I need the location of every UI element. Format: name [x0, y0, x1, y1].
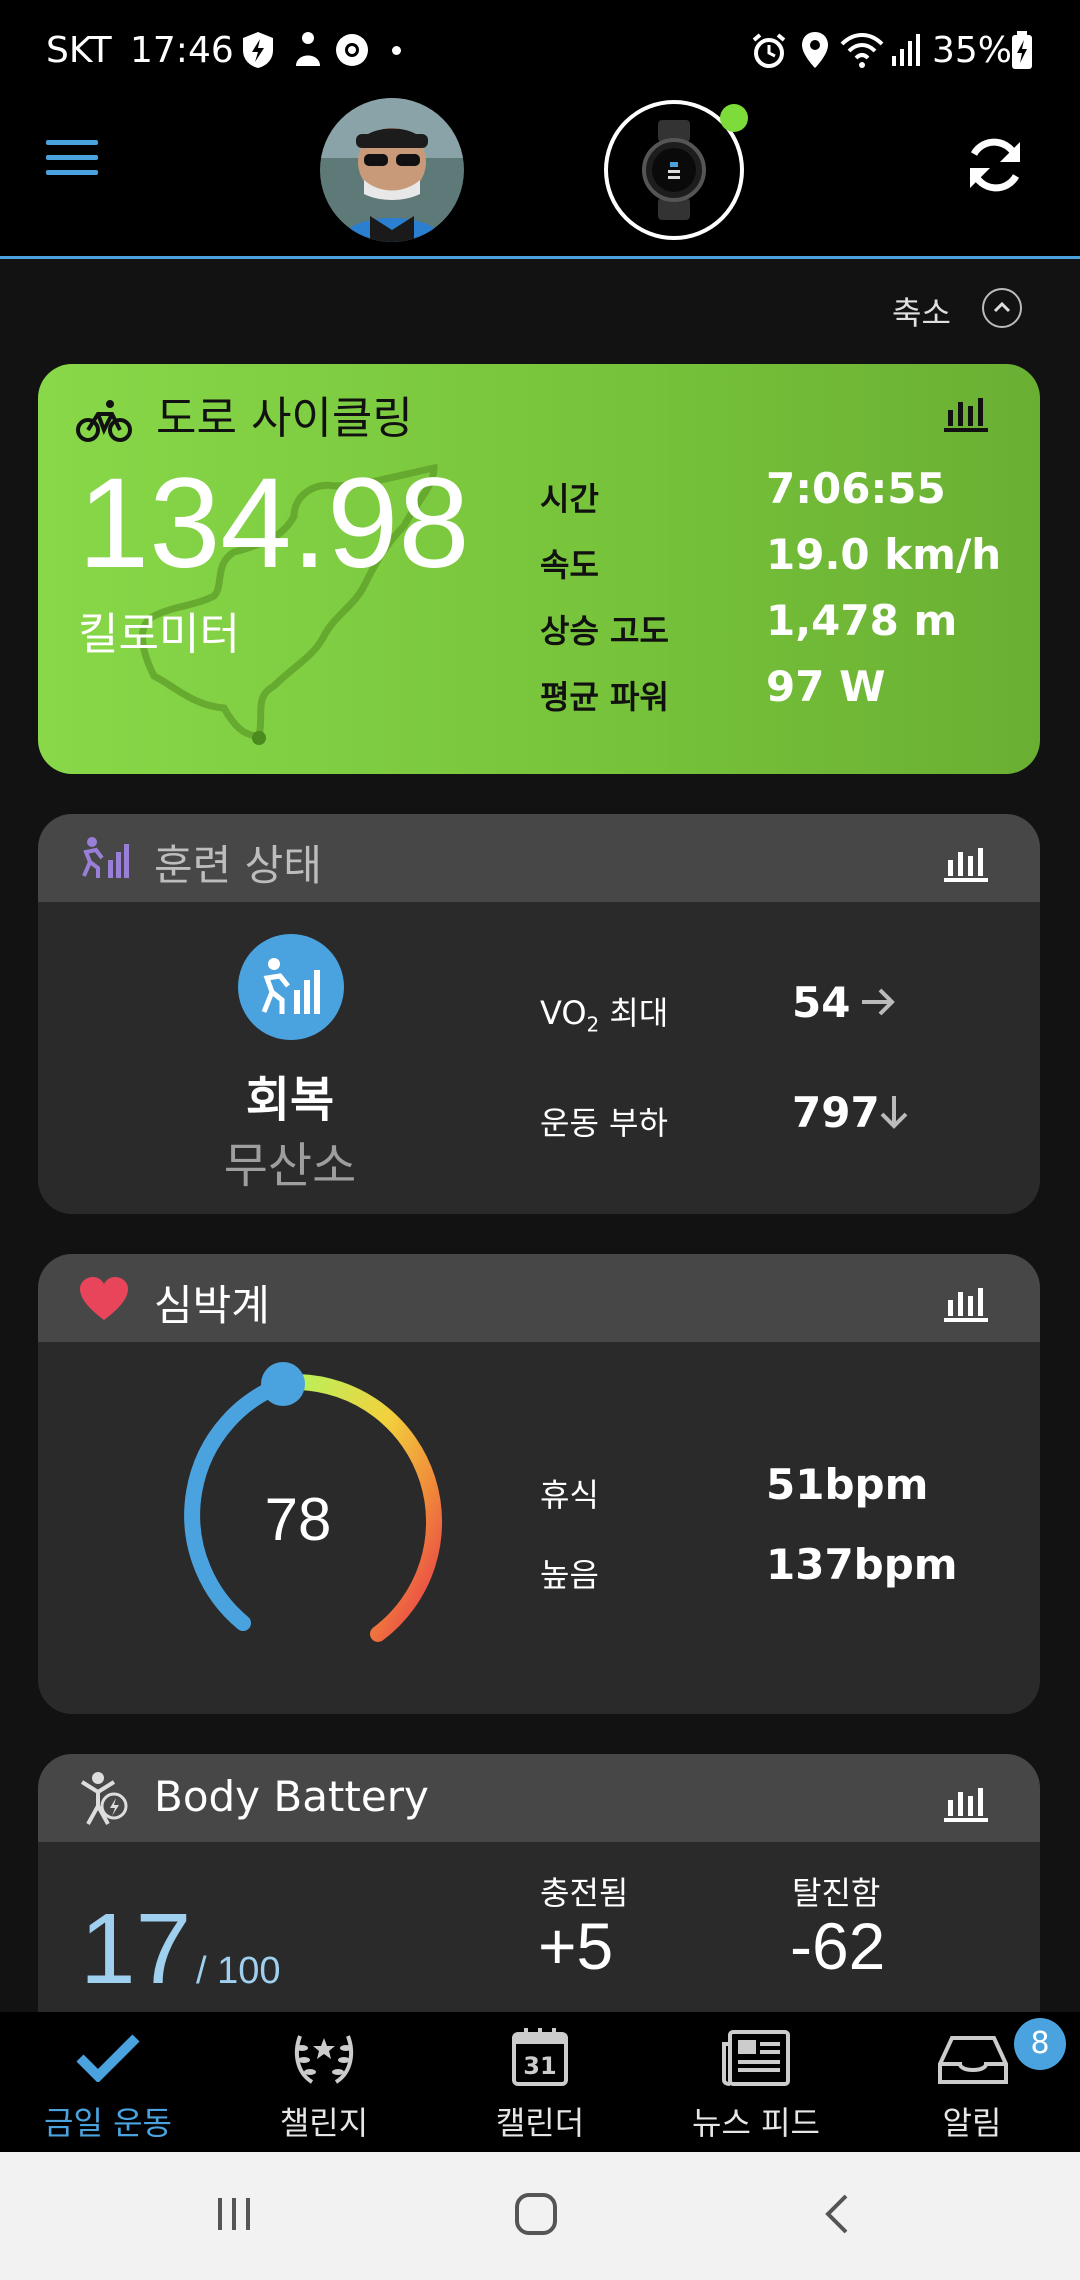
high-hr-value: 137bpm [766, 1540, 958, 1589]
body-battery-value: 17 [80, 1893, 192, 2005]
training-status-value: 회복 [245, 1072, 335, 1128]
drained-value: -62 [790, 1909, 886, 1983]
body-battery-max: / 100 [196, 1950, 281, 1992]
inbox-icon [938, 2034, 1008, 2090]
heart-rate-gauge: 78 [184, 1362, 442, 1642]
heart-card-header: 심박계 [38, 1254, 1040, 1342]
sync-icon[interactable] [962, 132, 1028, 202]
training-card-body: 회복 무산소 VO2 최대 54 운동 부하 797 [38, 902, 1040, 1214]
collapse-label[interactable]: 축소 [892, 288, 951, 334]
body-battery-header: Body Battery [38, 1754, 1040, 1842]
training-status-card[interactable]: 훈련 상태 회복 무산소 VO2 최대 54 운동 부하 797 [38, 814, 1040, 1214]
calendar-day: 31 [523, 2052, 557, 2080]
system-navigation-bar [0, 2152, 1080, 2280]
chevron-up-icon[interactable] [982, 288, 1022, 328]
arrow-down-icon [876, 1092, 912, 1136]
home-icon[interactable] [514, 2192, 558, 2240]
hamburger-icon[interactable] [46, 130, 98, 185]
nav-label-calendar: 캘린더 [495, 2104, 585, 2142]
distance-value: 134.98 [78, 452, 470, 595]
heart-card-body: 78 휴식 51bpm 높음 137bpm [38, 1342, 1040, 1714]
stat-label-time: 시간 [540, 480, 599, 518]
watch-icon [642, 120, 706, 220]
clock: 17:46 [130, 30, 234, 71]
chart-icon[interactable] [944, 1782, 988, 1826]
nav-notifications[interactable]: 8 알림 [864, 2012, 1080, 2152]
status-bar: SKT 17:46 35% [0, 0, 1080, 90]
nav-label-newsfeed: 뉴스 피드 [692, 2104, 820, 2142]
more-notifications-dot [392, 46, 401, 55]
shield-bolt-icon [240, 30, 276, 74]
resting-hr-value: 51bpm [766, 1460, 929, 1509]
battery-charging-icon [1010, 30, 1034, 74]
location-icon [800, 30, 830, 74]
body-battery-icon [78, 1770, 130, 1830]
nav-label-challenges: 챌린지 [279, 2104, 369, 2142]
stat-value-power: 97 W [766, 662, 886, 711]
stat-label-ascent: 상승 고도 [540, 612, 669, 650]
bicycle-icon [76, 398, 132, 450]
avatar[interactable] [320, 98, 464, 242]
nav-label-today: 금일 운동 [44, 2104, 172, 2142]
recovery-status-icon [238, 934, 344, 1040]
wifi-icon [840, 30, 884, 74]
signal-icon [890, 32, 920, 72]
resting-hr-label: 휴식 [540, 1476, 599, 1514]
training-card-title: 훈련 상태 [154, 841, 322, 890]
heart-rate-card[interactable]: 심박계 78 휴식 51bpm 높음 137bpm [38, 1254, 1040, 1714]
nav-today[interactable]: 금일 운동 [0, 2012, 216, 2152]
vo2-max-label: VO2 최대 [540, 994, 669, 1037]
activity-card[interactable]: 도로 사이클링 134.98 킬로미터 시간 7:06:55 속도 19.0 k… [38, 364, 1040, 774]
nav-challenges[interactable]: 챌린지 [216, 2012, 432, 2152]
heart-icon [78, 1276, 130, 1326]
chart-icon[interactable] [944, 392, 988, 436]
distance-unit: 킬로미터 [78, 609, 240, 660]
notification-badge: 8 [1014, 2018, 1066, 2070]
arrow-right-icon [858, 984, 898, 1024]
training-load-value: 797 [792, 1088, 880, 1137]
current-heart-rate: 78 [265, 1486, 332, 1553]
nav-calendar[interactable]: 31 캘린더 [432, 2012, 648, 2152]
calendar-icon: 31 [512, 2026, 568, 2086]
person-alert-icon [290, 30, 326, 74]
newspaper-icon [722, 2030, 790, 2090]
laurel-icon [292, 2028, 356, 2090]
chart-icon[interactable] [944, 1282, 988, 1326]
chrome-icon [334, 32, 370, 72]
back-icon[interactable] [822, 2192, 852, 2240]
stat-value-time: 7:06:55 [766, 464, 946, 513]
battery-percent: 35% [932, 30, 1013, 71]
app-header [0, 90, 1080, 259]
nav-label-notifications: 알림 [942, 2104, 1002, 2142]
charged-value: +5 [538, 1909, 614, 1983]
stat-label-power: 평균 파워 [540, 678, 669, 716]
stat-value-ascent: 1,478 m [766, 596, 958, 645]
training-card-header: 훈련 상태 [38, 814, 1040, 902]
carrier-label: SKT [46, 30, 112, 71]
connected-status-dot [720, 104, 748, 132]
checkmark-icon [76, 2032, 140, 2086]
stat-label-speed: 속도 [540, 546, 599, 584]
training-load-label: 운동 부하 [540, 1104, 668, 1142]
heart-card-title: 심박계 [154, 1281, 270, 1330]
training-substatus: 무산소 [223, 1138, 357, 1194]
vo2-max-value: 54 [792, 978, 851, 1027]
chart-icon[interactable] [944, 842, 988, 886]
high-hr-label: 높음 [540, 1556, 599, 1594]
body-battery-title: Body Battery [154, 1772, 429, 1821]
body-battery-card[interactable]: Body Battery 17 / 100 충전됨 +5 탈진함 -62 [38, 1754, 1040, 2054]
nav-newsfeed[interactable]: 뉴스 피드 [648, 2012, 864, 2152]
alarm-icon [750, 32, 788, 74]
bottom-navigation: 금일 운동 챌린지 31 캘린더 뉴스 피드 8 알림 [0, 2012, 1080, 2152]
recent-apps-icon[interactable] [214, 2194, 254, 2238]
training-status-icon [78, 836, 130, 884]
activity-title: 도로 사이클링 [156, 393, 413, 444]
stat-value-speed: 19.0 km/h [766, 530, 1002, 579]
